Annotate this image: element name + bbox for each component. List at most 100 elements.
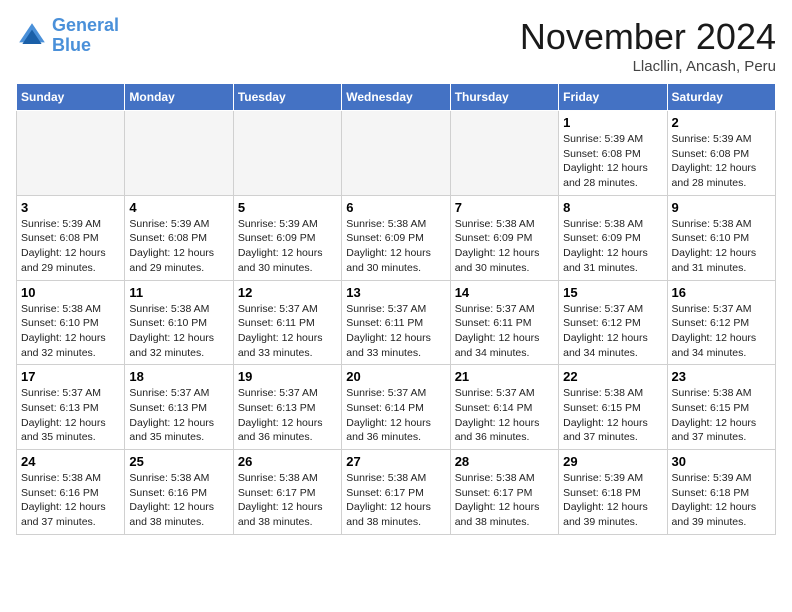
calendar-cell: 24 Sunrise: 5:38 AM Sunset: 6:16 PM Dayli…	[17, 450, 125, 535]
day-info: Sunrise: 5:38 AM Sunset: 6:16 PM Dayligh…	[21, 471, 120, 530]
calendar-cell: 30 Sunrise: 5:39 AM Sunset: 6:18 PM Dayli…	[667, 450, 775, 535]
day-info: Sunrise: 5:38 AM Sunset: 6:10 PM Dayligh…	[672, 217, 771, 276]
day-info: Sunrise: 5:38 AM Sunset: 6:15 PM Dayligh…	[672, 386, 771, 445]
day-info: Sunrise: 5:39 AM Sunset: 6:09 PM Dayligh…	[238, 217, 337, 276]
calendar-cell: 15 Sunrise: 5:37 AM Sunset: 6:12 PM Dayli…	[559, 280, 667, 365]
weekday-header-monday: Monday	[125, 84, 233, 111]
calendar-cell: 18Sunrise: 5:37 AM Sunset: 6:13 PM Dayli…	[125, 365, 233, 450]
calendar-cell: 13 Sunrise: 5:37 AM Sunset: 6:11 PM Dayli…	[342, 280, 450, 365]
day-info: Sunrise: 5:39 AM Sunset: 6:18 PM Dayligh…	[563, 471, 662, 530]
day-number: 14	[455, 285, 554, 300]
day-info: Sunrise: 5:37 AM Sunset: 6:12 PM Dayligh…	[563, 302, 662, 361]
day-info: Sunrise: 5:38 AM Sunset: 6:17 PM Dayligh…	[455, 471, 554, 530]
day-number: 23	[672, 369, 771, 384]
calendar-cell	[125, 111, 233, 196]
day-info: Sunrise: 5:39 AM Sunset: 6:18 PM Dayligh…	[672, 471, 771, 530]
calendar-cell: 23 Sunrise: 5:38 AM Sunset: 6:15 PM Dayli…	[667, 365, 775, 450]
day-number: 18	[129, 369, 228, 384]
calendar-cell: 7 Sunrise: 5:38 AM Sunset: 6:09 PM Daylig…	[450, 195, 558, 280]
day-info: Sunrise: 5:39 AM Sunset: 6:08 PM Dayligh…	[672, 132, 771, 191]
day-number: 17	[21, 369, 120, 384]
logo-text: General Blue	[52, 16, 119, 56]
calendar-cell: 29 Sunrise: 5:39 AM Sunset: 6:18 PM Dayli…	[559, 450, 667, 535]
day-number: 29	[563, 454, 662, 469]
day-number: 5	[238, 200, 337, 215]
calendar-cell: 19 Sunrise: 5:37 AM Sunset: 6:13 PM Dayli…	[233, 365, 341, 450]
day-number: 9	[672, 200, 771, 215]
day-number: 20	[346, 369, 445, 384]
day-number: 4	[129, 200, 228, 215]
weekday-header-thursday: Thursday	[450, 84, 558, 111]
calendar-cell	[450, 111, 558, 196]
day-number: 25	[129, 454, 228, 469]
calendar-cell	[17, 111, 125, 196]
day-number: 7	[455, 200, 554, 215]
day-info: Sunrise: 5:38 AM Sunset: 6:15 PM Dayligh…	[563, 386, 662, 445]
page-header: General Blue November 2024 Llacllin, Anc…	[16, 16, 776, 75]
week-row-3: 10Sunrise: 5:38 AM Sunset: 6:10 PM Dayli…	[17, 280, 776, 365]
day-number: 3	[21, 200, 120, 215]
day-info: Sunrise: 5:37 AM Sunset: 6:11 PM Dayligh…	[455, 302, 554, 361]
day-number: 13	[346, 285, 445, 300]
day-number: 1	[563, 115, 662, 130]
day-info: Sunrise: 5:38 AM Sunset: 6:10 PM Dayligh…	[129, 302, 228, 361]
location: Llacllin, Ancash, Peru	[520, 58, 776, 75]
day-number: 22	[563, 369, 662, 384]
day-info: Sunrise: 5:38 AM Sunset: 6:09 PM Dayligh…	[346, 217, 445, 276]
calendar-cell: 22 Sunrise: 5:38 AM Sunset: 6:15 PM Dayli…	[559, 365, 667, 450]
logo: General Blue	[16, 16, 119, 56]
day-number: 19	[238, 369, 337, 384]
day-info: Sunrise: 5:38 AM Sunset: 6:09 PM Dayligh…	[455, 217, 554, 276]
month-title: November 2024	[520, 16, 776, 58]
day-info: Sunrise: 5:37 AM Sunset: 6:13 PM Dayligh…	[21, 386, 120, 445]
week-row-4: 17 Sunrise: 5:37 AM Sunset: 6:13 PM Dayli…	[17, 365, 776, 450]
calendar-cell: 21 Sunrise: 5:37 AM Sunset: 6:14 PM Dayli…	[450, 365, 558, 450]
day-number: 6	[346, 200, 445, 215]
calendar-cell	[342, 111, 450, 196]
calendar-cell: 9 Sunrise: 5:38 AM Sunset: 6:10 PM Daylig…	[667, 195, 775, 280]
day-info: Sunrise: 5:39 AM Sunset: 6:08 PM Dayligh…	[21, 217, 120, 276]
calendar-table: SundayMondayTuesdayWednesdayThursdayFrid…	[16, 83, 776, 535]
weekday-header-friday: Friday	[559, 84, 667, 111]
calendar-cell: 27Sunrise: 5:38 AM Sunset: 6:17 PM Dayli…	[342, 450, 450, 535]
day-number: 28	[455, 454, 554, 469]
calendar-cell: 16 Sunrise: 5:37 AM Sunset: 6:12 PM Dayli…	[667, 280, 775, 365]
calendar-cell: 4 Sunrise: 5:39 AM Sunset: 6:08 PM Daylig…	[125, 195, 233, 280]
day-info: Sunrise: 5:37 AM Sunset: 6:14 PM Dayligh…	[346, 386, 445, 445]
day-info: Sunrise: 5:38 AM Sunset: 6:17 PM Dayligh…	[346, 471, 445, 530]
day-info: Sunrise: 5:37 AM Sunset: 6:12 PM Dayligh…	[672, 302, 771, 361]
day-number: 30	[672, 454, 771, 469]
day-info: Sunrise: 5:39 AM Sunset: 6:08 PM Dayligh…	[129, 217, 228, 276]
calendar-cell	[233, 111, 341, 196]
calendar-cell: 2Sunrise: 5:39 AM Sunset: 6:08 PM Daylig…	[667, 111, 775, 196]
day-info: Sunrise: 5:37 AM Sunset: 6:13 PM Dayligh…	[238, 386, 337, 445]
weekday-header-sunday: Sunday	[17, 84, 125, 111]
calendar-cell: 25 Sunrise: 5:38 AM Sunset: 6:16 PM Dayli…	[125, 450, 233, 535]
day-info: Sunrise: 5:37 AM Sunset: 6:14 PM Dayligh…	[455, 386, 554, 445]
day-info: Sunrise: 5:38 AM Sunset: 6:17 PM Dayligh…	[238, 471, 337, 530]
week-row-1: 1 Sunrise: 5:39 AM Sunset: 6:08 PM Daylig…	[17, 111, 776, 196]
day-info: Sunrise: 5:39 AM Sunset: 6:08 PM Dayligh…	[563, 132, 662, 191]
day-number: 16	[672, 285, 771, 300]
calendar-cell: 10Sunrise: 5:38 AM Sunset: 6:10 PM Dayli…	[17, 280, 125, 365]
calendar-cell: 28 Sunrise: 5:38 AM Sunset: 6:17 PM Dayli…	[450, 450, 558, 535]
day-number: 11	[129, 285, 228, 300]
day-info: Sunrise: 5:38 AM Sunset: 6:16 PM Dayligh…	[129, 471, 228, 530]
day-number: 8	[563, 200, 662, 215]
week-row-2: 3 Sunrise: 5:39 AM Sunset: 6:08 PM Daylig…	[17, 195, 776, 280]
calendar-cell: 5 Sunrise: 5:39 AM Sunset: 6:09 PM Daylig…	[233, 195, 341, 280]
weekday-header-saturday: Saturday	[667, 84, 775, 111]
title-section: November 2024 Llacllin, Ancash, Peru	[520, 16, 776, 75]
weekday-header-row: SundayMondayTuesdayWednesdayThursdayFrid…	[17, 84, 776, 111]
day-info: Sunrise: 5:37 AM Sunset: 6:11 PM Dayligh…	[346, 302, 445, 361]
day-info: Sunrise: 5:38 AM Sunset: 6:09 PM Dayligh…	[563, 217, 662, 276]
weekday-header-wednesday: Wednesday	[342, 84, 450, 111]
day-number: 21	[455, 369, 554, 384]
calendar-cell: 1 Sunrise: 5:39 AM Sunset: 6:08 PM Daylig…	[559, 111, 667, 196]
calendar-cell: 6 Sunrise: 5:38 AM Sunset: 6:09 PM Daylig…	[342, 195, 450, 280]
day-info: Sunrise: 5:37 AM Sunset: 6:11 PM Dayligh…	[238, 302, 337, 361]
calendar-cell: 17 Sunrise: 5:37 AM Sunset: 6:13 PM Dayli…	[17, 365, 125, 450]
calendar-cell: 3 Sunrise: 5:39 AM Sunset: 6:08 PM Daylig…	[17, 195, 125, 280]
day-number: 15	[563, 285, 662, 300]
day-number: 24	[21, 454, 120, 469]
